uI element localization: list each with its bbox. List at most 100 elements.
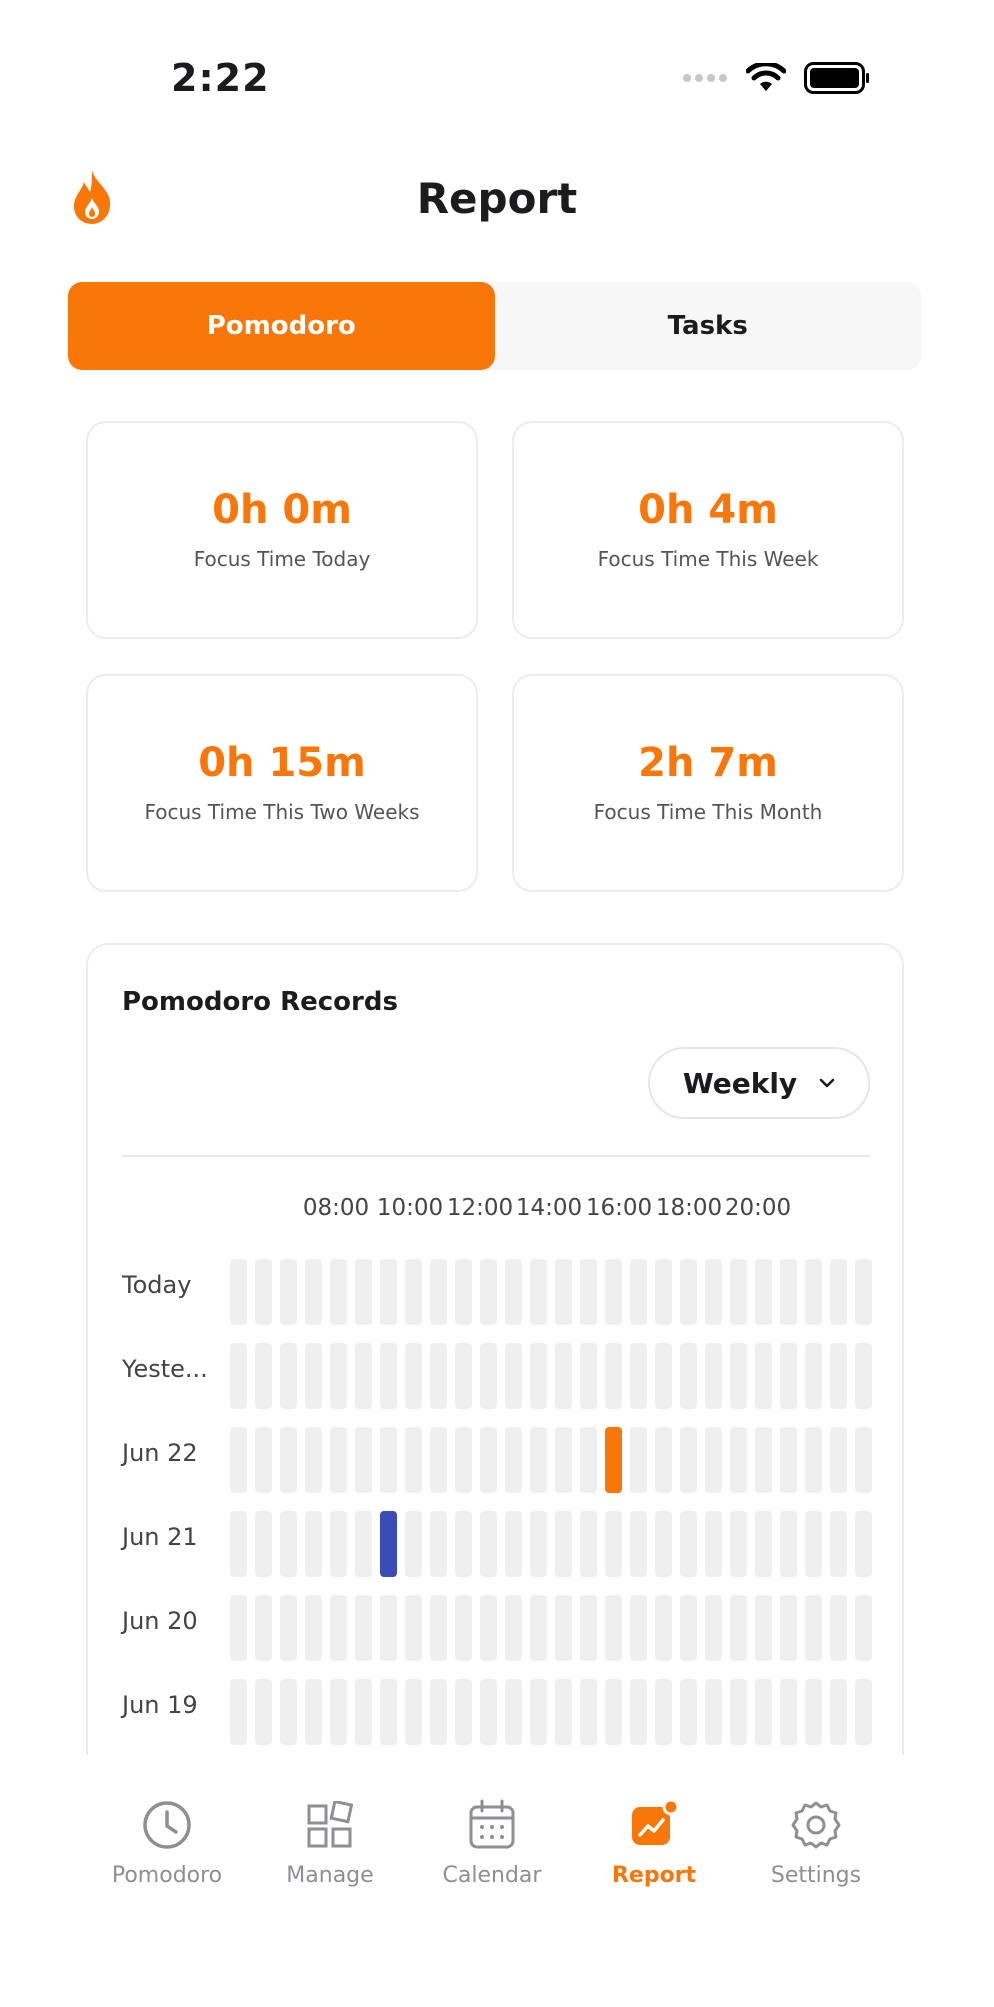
time-slot-cell [255,1679,272,1745]
time-slot-cell [480,1343,497,1409]
gear-icon [746,1797,886,1853]
time-slot-cell [530,1511,547,1577]
chart-icon [584,1797,724,1853]
time-slot-cell [605,1511,622,1577]
time-slot-cell [255,1259,272,1325]
record-row-cells [230,1511,872,1577]
time-slot-cell [580,1679,597,1745]
segment-tasks[interactable]: Tasks [495,282,922,370]
time-slot-cell [855,1679,872,1745]
time-slot-cell [855,1427,872,1493]
time-slot-cell [330,1259,347,1325]
time-slot-cell [630,1595,647,1661]
time-slot-cell [755,1511,772,1577]
time-slot-cell [580,1259,597,1325]
time-slot-cell [655,1511,672,1577]
time-slot-cell [780,1343,797,1409]
status-time: 2:22 [171,56,270,100]
time-slot-cell [355,1511,372,1577]
time-slot-cell [580,1511,597,1577]
time-slot-cell [255,1427,272,1493]
tab-label: Report [611,1863,697,1888]
time-slot-cell [505,1427,522,1493]
time-slot-cell [455,1511,472,1577]
time-slot-cell [305,1427,322,1493]
time-slot-cell [280,1259,297,1325]
tab-report[interactable]: Report [584,1797,724,1888]
tab-settings[interactable]: Settings [746,1797,886,1888]
time-slot-cell [605,1427,622,1493]
tab-calendar[interactable]: Calendar [422,1797,562,1888]
hour-label: 18:00 [655,1195,723,1221]
time-slot-cell [680,1427,697,1493]
time-slot-cell [755,1343,772,1409]
stat-value: 2h 7m [638,740,778,786]
time-slot-cell [505,1679,522,1745]
time-slot-cell [780,1427,797,1493]
record-row-label: Today [122,1271,192,1299]
time-slot-cell [705,1259,722,1325]
time-slot-cell [655,1259,672,1325]
time-slot-cell [555,1343,572,1409]
time-slot-cell [480,1595,497,1661]
time-slot-cell [830,1679,847,1745]
time-slot-cell [330,1511,347,1577]
time-slot-cell [855,1595,872,1661]
time-slot-cell [705,1427,722,1493]
time-slot-cell [480,1679,497,1745]
time-slot-cell [680,1343,697,1409]
time-slot-cell [605,1679,622,1745]
time-slot-cell [780,1511,797,1577]
time-slot-cell [855,1259,872,1325]
time-slot-cell [430,1259,447,1325]
tab-pomodoro[interactable]: Pomodoro [97,1797,237,1888]
time-slot-cell [230,1511,247,1577]
time-slot-cell [705,1511,722,1577]
battery-icon [804,62,869,94]
period-dropdown[interactable]: Weekly [648,1047,870,1119]
time-slot-cell [355,1679,372,1745]
period-dropdown-value: Weekly [682,1066,798,1100]
time-slot-cell [580,1595,597,1661]
time-slot-cell [830,1595,847,1661]
time-slot-cell [455,1259,472,1325]
time-slot-cell [305,1259,322,1325]
time-slot-cell [530,1427,547,1493]
time-slot-cell [730,1427,747,1493]
time-slot-cell [630,1427,647,1493]
calendar-icon [422,1797,562,1853]
time-slot-cell [530,1595,547,1661]
time-slot-cell [830,1427,847,1493]
time-slot-cell [355,1259,372,1325]
time-slot-cell [380,1511,397,1577]
time-slot-cell [405,1511,422,1577]
chevron-down-icon [819,1078,835,1088]
tab-label: Settings [770,1863,862,1888]
hour-label: 10:00 [376,1195,444,1221]
time-slot-cell [380,1259,397,1325]
time-slot-cell [555,1259,572,1325]
time-slot-cell [305,1343,322,1409]
segment-pomodoro[interactable]: Pomodoro [68,282,495,370]
time-slot-cell [755,1259,772,1325]
time-slot-cell [380,1595,397,1661]
time-slot-cell [230,1595,247,1661]
time-slot-cell [380,1343,397,1409]
time-slot-cell [780,1259,797,1325]
time-slot-cell [555,1511,572,1577]
status-icons [682,62,870,94]
time-slot-cell [330,1595,347,1661]
record-row-cells [230,1259,872,1325]
time-slot-cell [255,1343,272,1409]
stat-value: 0h 0m [212,487,352,533]
time-slot-cell [805,1343,822,1409]
time-slot-cell [680,1595,697,1661]
time-slot-cell [830,1343,847,1409]
time-slot-cell [280,1511,297,1577]
time-slot-cell [330,1427,347,1493]
tab-manage[interactable]: Manage [260,1797,400,1888]
tab-label: Pomodoro [111,1863,223,1888]
record-row-label: Jun 20 [122,1607,198,1635]
time-slot-cell [305,1679,322,1745]
time-slot-cell [805,1679,822,1745]
